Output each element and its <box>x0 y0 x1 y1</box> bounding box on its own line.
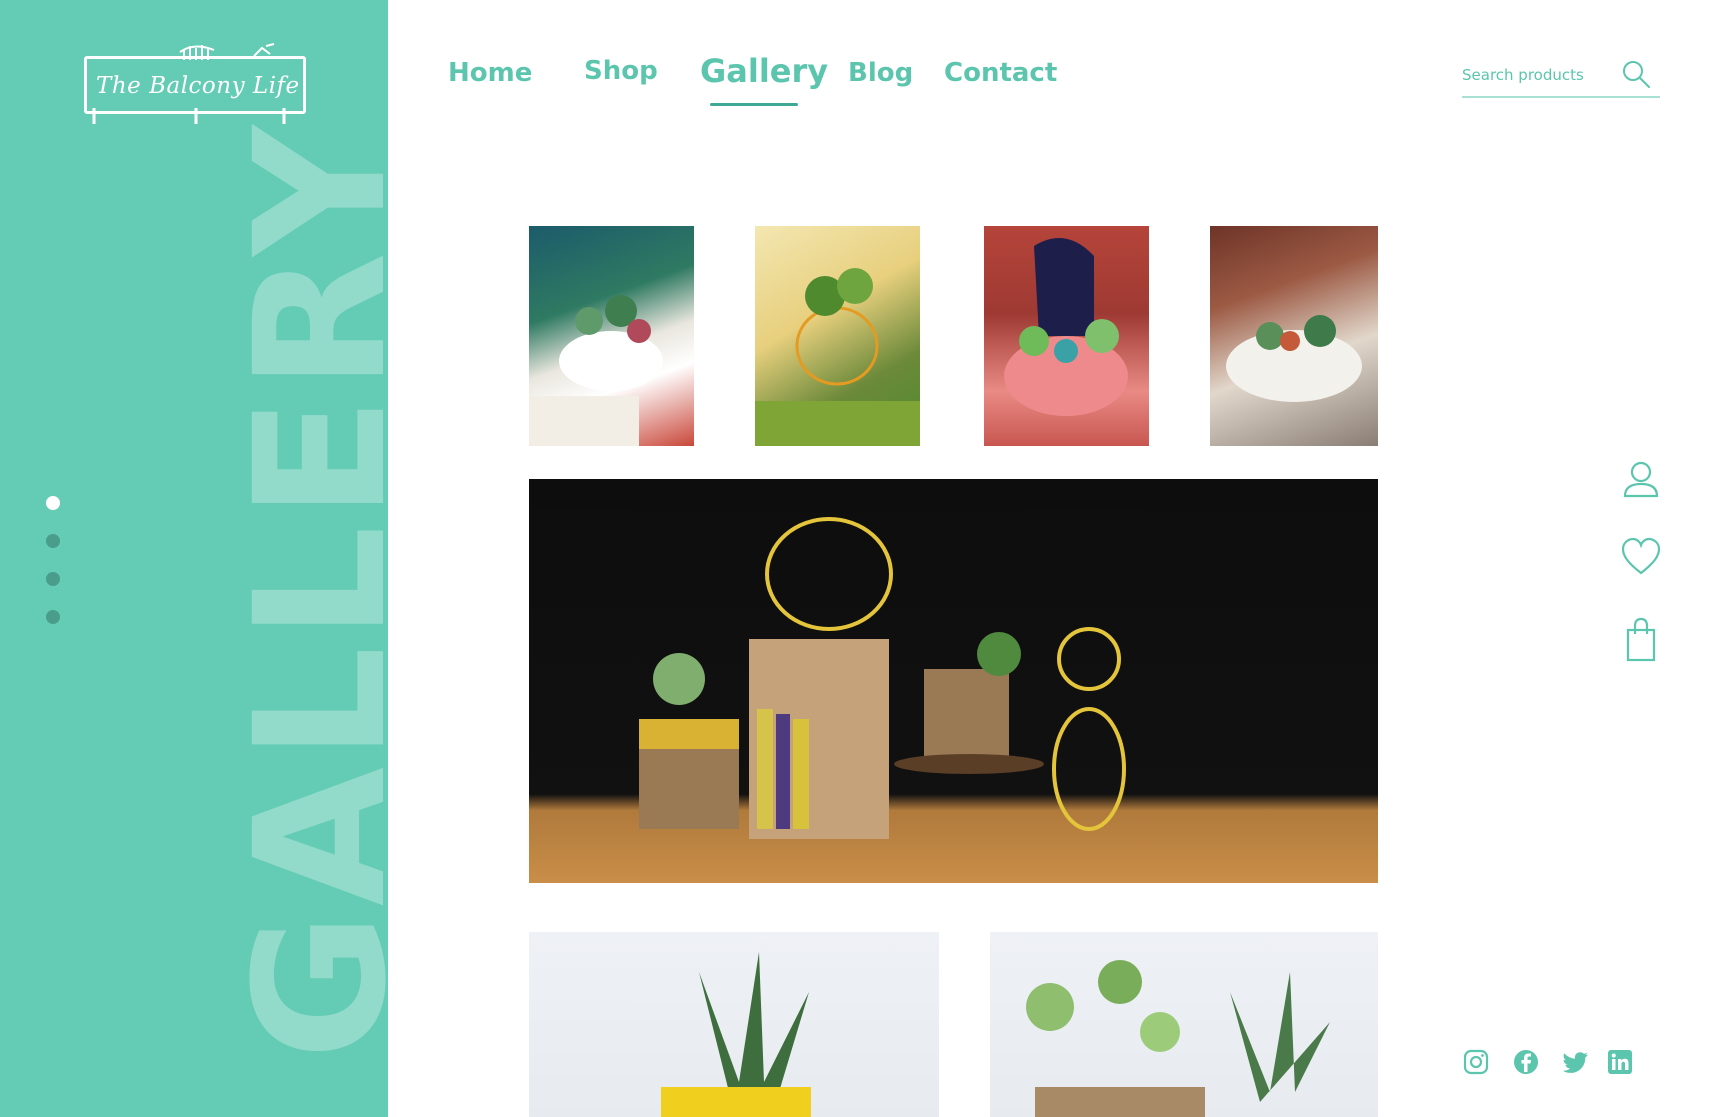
gallery-photo-wire-planter[interactable] <box>755 226 920 446</box>
slide-dot-4[interactable] <box>46 610 60 624</box>
slide-dot-3[interactable] <box>46 572 60 586</box>
gallery-photo-snake-plant[interactable] <box>529 932 939 1117</box>
section-title-vertical: GALLERY <box>217 119 388 1060</box>
nav-active-underline <box>710 103 798 106</box>
search-icon[interactable] <box>1620 58 1652 90</box>
search-bar <box>1462 56 1660 98</box>
nav-gallery[interactable]: Gallery <box>700 52 828 90</box>
facebook-icon[interactable] <box>1512 1048 1540 1076</box>
instagram-icon[interactable] <box>1462 1048 1490 1076</box>
gallery-hero-photo[interactable] <box>529 479 1378 883</box>
twitter-icon[interactable] <box>1562 1048 1590 1076</box>
brand-logo[interactable]: The Balcony Life <box>84 42 306 124</box>
nav-shop[interactable]: Shop <box>584 56 658 86</box>
gallery-photo-pink-bowl[interactable] <box>984 226 1149 446</box>
shopping-bag-icon[interactable] <box>1620 616 1662 662</box>
nav-blog[interactable]: Blog <box>848 58 913 88</box>
search-input[interactable] <box>1462 60 1612 90</box>
user-icon[interactable] <box>1620 458 1662 500</box>
nav-contact[interactable]: Contact <box>944 58 1057 88</box>
heart-icon[interactable] <box>1620 536 1662 578</box>
logo-text: The Balcony Life <box>96 73 300 99</box>
slide-dot-1[interactable] <box>46 496 60 510</box>
gallery-photo-succulent-cup[interactable] <box>529 226 694 446</box>
gallery-photo-white-bowl[interactable] <box>1210 226 1378 446</box>
slide-dot-2[interactable] <box>46 534 60 548</box>
linkedin-icon[interactable] <box>1606 1048 1634 1076</box>
gallery-photo-syngonium[interactable] <box>990 932 1378 1117</box>
nav-home[interactable]: Home <box>448 58 532 88</box>
sidebar: The Balcony Life GALLERY <box>0 0 388 1117</box>
slide-dots <box>46 496 60 648</box>
